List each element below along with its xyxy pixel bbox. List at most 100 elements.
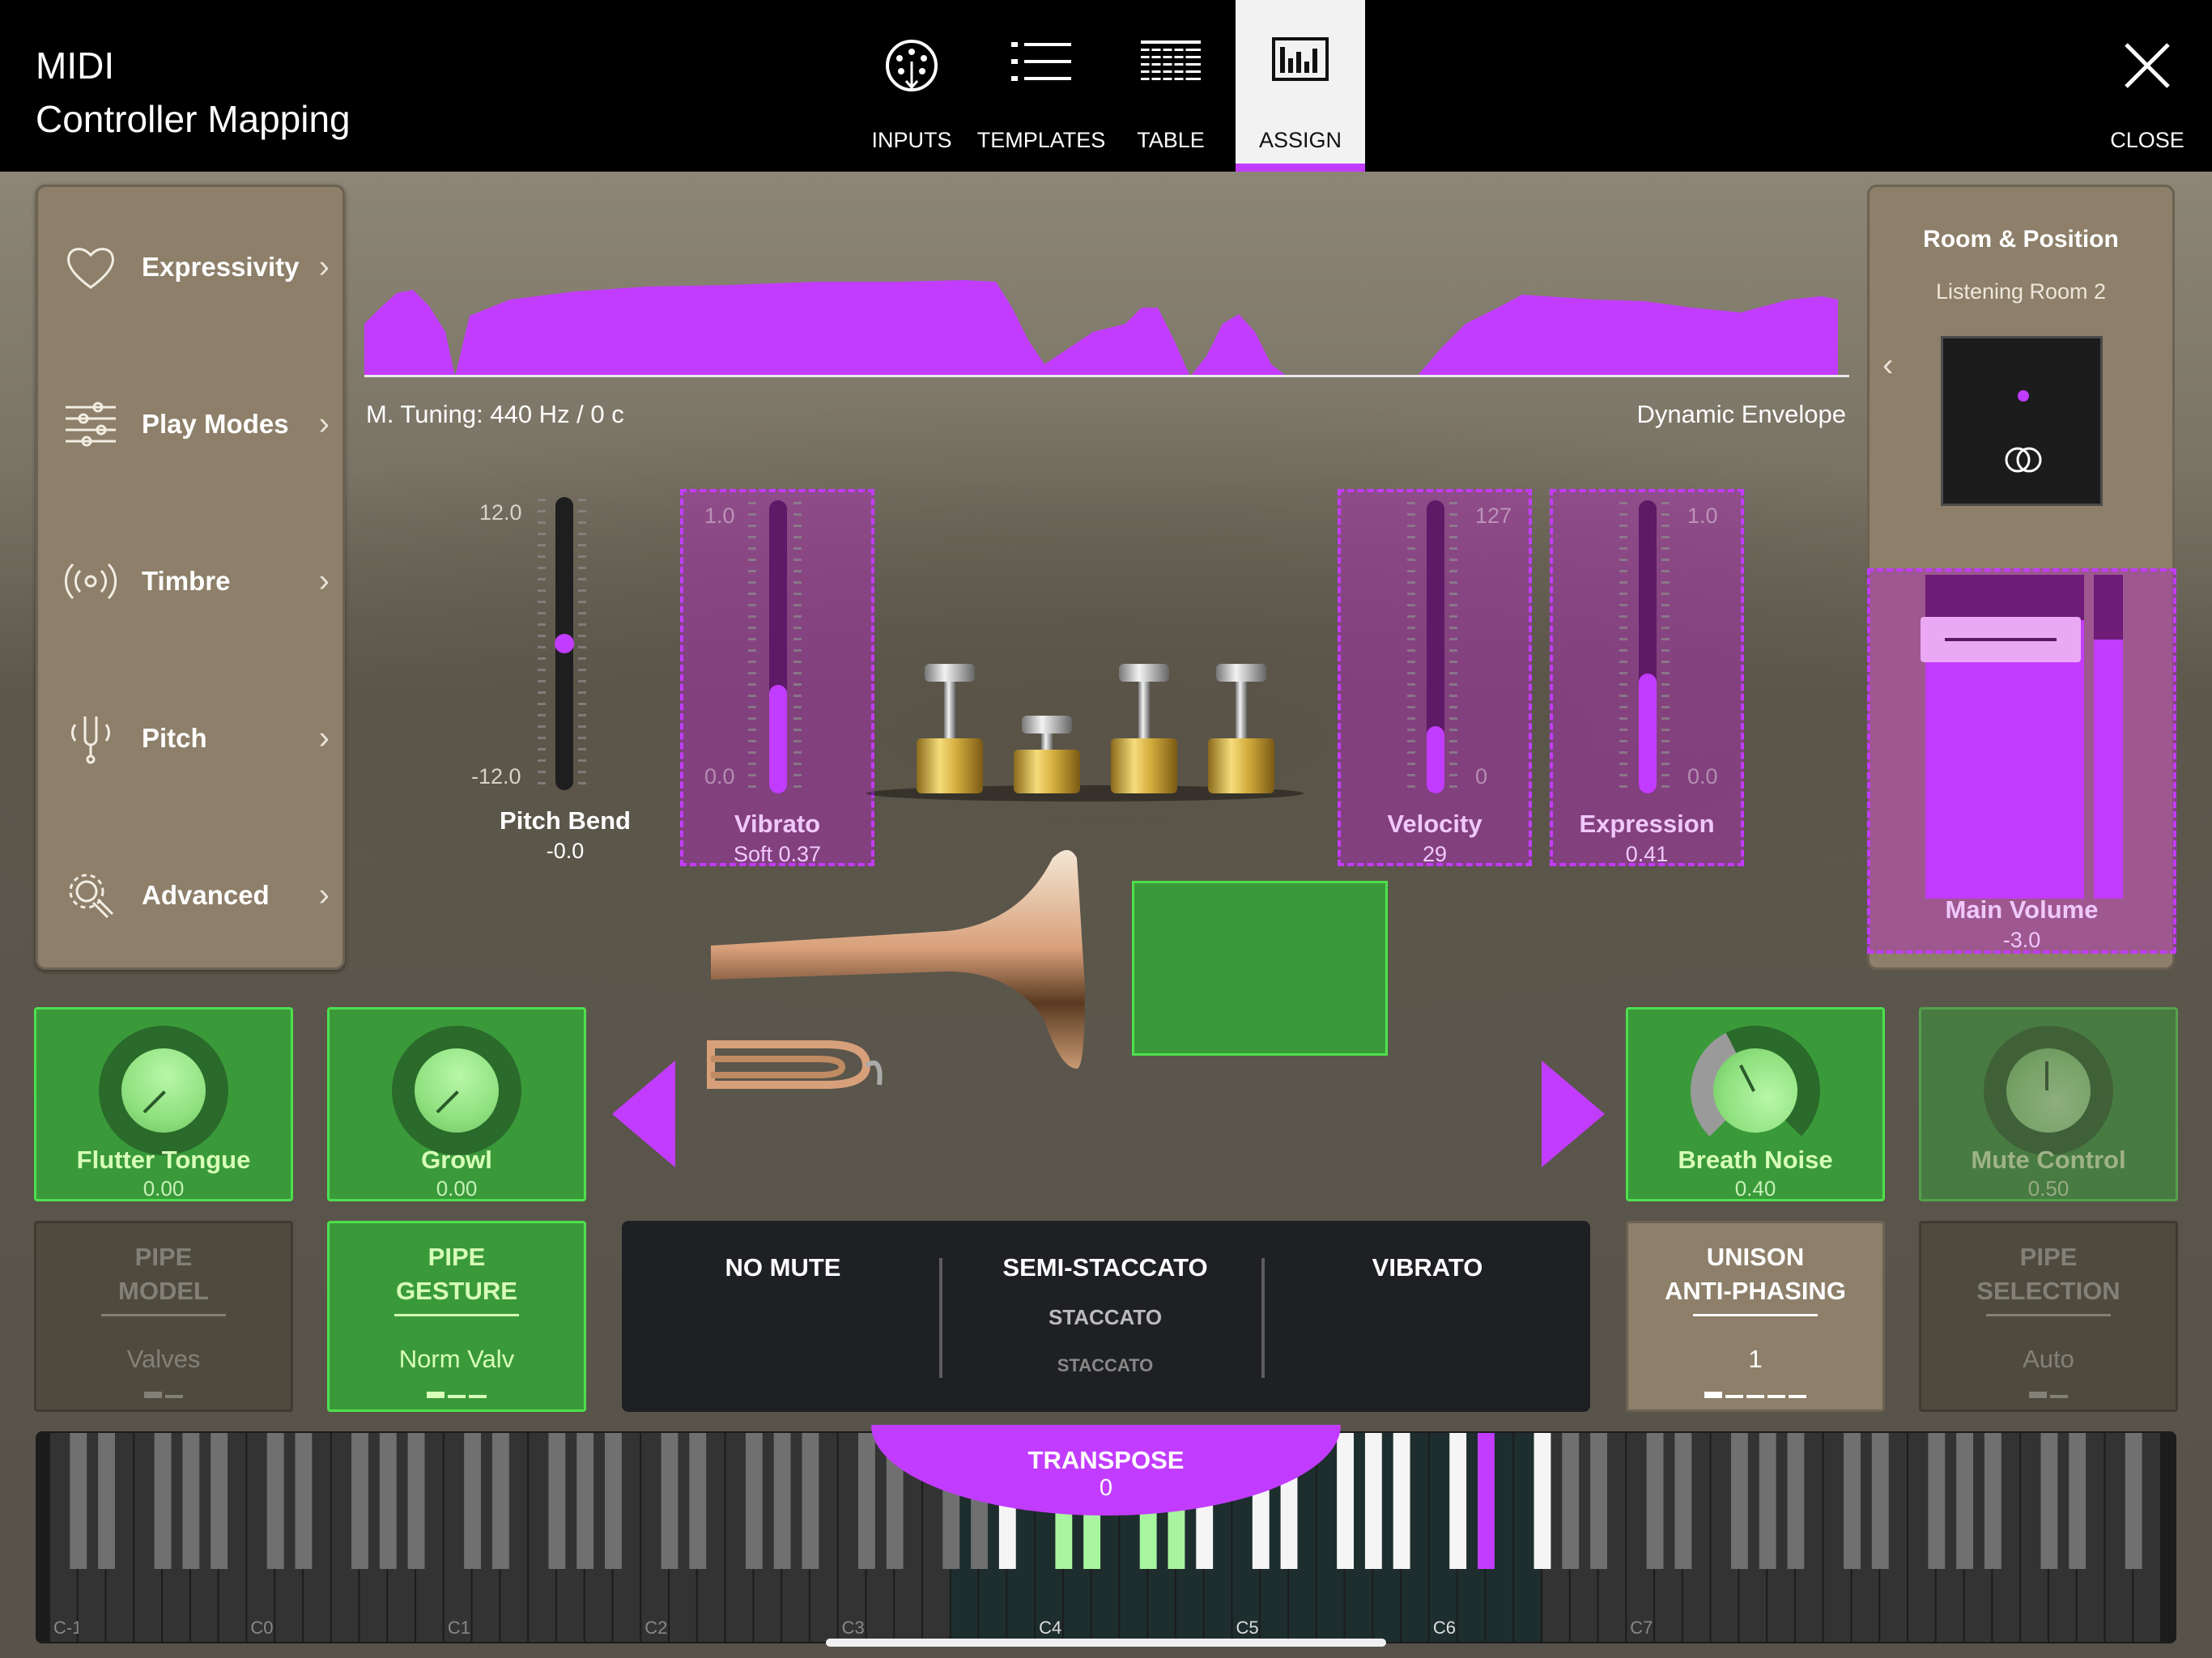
black-key[interactable] <box>773 1433 791 1569</box>
room-position-pad[interactable] <box>1941 336 2103 506</box>
unison-anti-phasing-button[interactable]: UNISON ANTI-PHASING 1 <box>1626 1221 1885 1412</box>
black-key[interactable] <box>1364 1433 1382 1569</box>
slider-ticks <box>538 499 546 787</box>
black-key[interactable] <box>1674 1433 1692 1569</box>
pitch-bend-slider[interactable]: 12.0 -12.0 Pitch Bend -0.0 <box>468 489 662 866</box>
black-key[interactable] <box>1730 1433 1748 1569</box>
slider-handle[interactable] <box>555 634 574 653</box>
close-label: CLOSE <box>2110 128 2184 152</box>
pipe-value: Auto <box>2023 1345 2074 1373</box>
listener-position-dot[interactable] <box>2018 390 2029 402</box>
slider-value: 0.41 <box>1625 842 1669 866</box>
pipe-value: Norm Valv <box>398 1345 515 1373</box>
sidebar-item-play-modes[interactable]: Play Modes › <box>38 347 342 501</box>
tab-templates[interactable]: TEMPLATES <box>976 0 1106 172</box>
black-key[interactable] <box>182 1433 200 1569</box>
black-key[interactable] <box>548 1433 566 1569</box>
knob-value: 0.00 <box>436 1176 478 1201</box>
growl-knob[interactable]: Growl 0.00 <box>327 1007 586 1201</box>
articulation-vibrato[interactable]: VIBRATO <box>1266 1221 1589 1412</box>
black-key[interactable] <box>661 1433 678 1569</box>
transpose-label: TRANSPOSE <box>1027 1446 1185 1474</box>
black-key[interactable] <box>266 1433 284 1569</box>
pipe-model-button[interactable]: PIPE MODEL Valves <box>34 1221 293 1412</box>
tab-assign[interactable]: ASSIGN <box>1236 0 1365 172</box>
black-key[interactable] <box>491 1433 509 1569</box>
black-key[interactable] <box>211 1433 228 1569</box>
black-key[interactable] <box>407 1433 425 1569</box>
breath-noise-knob[interactable]: Breath Noise 0.40 <box>1626 1007 1885 1201</box>
table-icon <box>1141 40 1201 83</box>
black-key[interactable] <box>1928 1433 1946 1569</box>
black-key[interactable] <box>745 1433 763 1569</box>
next-arrow-icon[interactable] <box>1535 1057 1608 1171</box>
black-key[interactable] <box>379 1433 397 1569</box>
black-key[interactable] <box>1956 1433 1974 1569</box>
black-key[interactable] <box>576 1433 594 1569</box>
sidebar-item-expressivity[interactable]: Expressivity › <box>38 190 342 344</box>
articulation-no-mute[interactable]: NO MUTE <box>622 1221 944 1412</box>
sidebar-item-advanced[interactable]: Advanced › <box>38 818 342 972</box>
previous-arrow-icon[interactable] <box>609 1057 682 1171</box>
pipe-line-1: PIPE <box>2019 1243 2078 1271</box>
close-button[interactable]: CLOSE <box>2082 0 2212 172</box>
black-key[interactable] <box>1534 1433 1551 1569</box>
articulation-panel: NO MUTE SEMI-STACCATO STACCATO STACCATO … <box>622 1221 1590 1412</box>
black-key[interactable] <box>689 1433 707 1569</box>
vibrato-slider[interactable]: 1.0 0.0 Vibrato Soft 0.37 <box>680 489 874 866</box>
assign-target-pad[interactable] <box>1132 881 1388 1056</box>
black-key[interactable] <box>70 1433 87 1569</box>
velocity-slider[interactable]: 127 0 Velocity 29 <box>1338 489 1532 866</box>
black-key[interactable] <box>2125 1433 2142 1569</box>
black-key[interactable] <box>1871 1433 1889 1569</box>
octave-label: C-1 <box>53 1618 82 1638</box>
black-key[interactable] <box>1984 1433 2001 1569</box>
black-key[interactable] <box>1449 1433 1467 1569</box>
black-key[interactable] <box>2069 1433 2087 1569</box>
chevron-left-icon[interactable]: ‹ <box>1882 347 1893 384</box>
black-key[interactable] <box>802 1433 819 1569</box>
tab-table[interactable]: TABLE <box>1106 0 1236 172</box>
flutter-tongue-knob[interactable]: Flutter Tongue 0.00 <box>34 1007 293 1201</box>
room-subtitle[interactable]: Listening Room 2 <box>1870 279 2172 304</box>
black-key[interactable] <box>154 1433 172 1569</box>
black-key[interactable] <box>1646 1433 1664 1569</box>
expression-slider[interactable]: 1.0 0.0 Expression 0.41 <box>1550 489 1744 866</box>
black-key[interactable] <box>2040 1433 2058 1569</box>
black-key[interactable] <box>605 1433 622 1569</box>
sidebar-item-label: Expressivity <box>142 252 300 282</box>
knob-cap[interactable] <box>2006 1048 2091 1133</box>
pipe-gesture-button[interactable]: PIPE GESTURE Norm Valv <box>327 1221 586 1412</box>
black-key[interactable] <box>1759 1433 1776 1569</box>
pipe-line-2: MODEL <box>118 1277 209 1305</box>
tab-inputs[interactable]: INPUTS <box>847 0 976 172</box>
black-key[interactable] <box>464 1433 482 1569</box>
black-key[interactable] <box>1787 1433 1805 1569</box>
sidebar-item-pitch[interactable]: Pitch › <box>38 661 342 815</box>
articulation-divider <box>939 1258 942 1378</box>
slider-fill <box>769 685 787 793</box>
slider-fill <box>1639 673 1657 793</box>
octave-label: C6 <box>1433 1618 1456 1638</box>
slider-value: 29 <box>1422 842 1448 866</box>
black-key[interactable] <box>1478 1433 1495 1569</box>
pipe-selection-button[interactable]: PIPE SELECTION Auto <box>1919 1221 2178 1412</box>
black-key[interactable] <box>98 1433 115 1569</box>
black-key[interactable] <box>1844 1433 1861 1569</box>
pipe-line-1: UNISON <box>1706 1243 1805 1271</box>
stereo-rings-icon <box>2005 447 2042 473</box>
black-key[interactable] <box>351 1433 368 1569</box>
black-key[interactable] <box>1393 1433 1410 1569</box>
black-key[interactable] <box>1590 1433 1607 1569</box>
articulation-staccato[interactable]: SEMI-STACCATO STACCATO STACCATO <box>944 1221 1266 1412</box>
volume-handle[interactable] <box>1921 617 2081 662</box>
tab-table-label: TABLE <box>1137 128 1205 152</box>
dynamic-envelope-graph[interactable] <box>364 275 1849 380</box>
black-key[interactable] <box>295 1433 313 1569</box>
sidebar-item-timbre[interactable]: Timbre › <box>38 504 342 658</box>
mute-control-knob[interactable]: Mute Control 0.50 <box>1919 1007 2178 1201</box>
main-volume-slider[interactable]: Main Volume -3.0 <box>1867 568 2176 954</box>
pipe-line-2: SELECTION <box>1976 1277 2121 1305</box>
master-tuning-label[interactable]: M. Tuning: 440 Hz / 0 c <box>366 400 624 429</box>
black-key[interactable] <box>1562 1433 1580 1569</box>
